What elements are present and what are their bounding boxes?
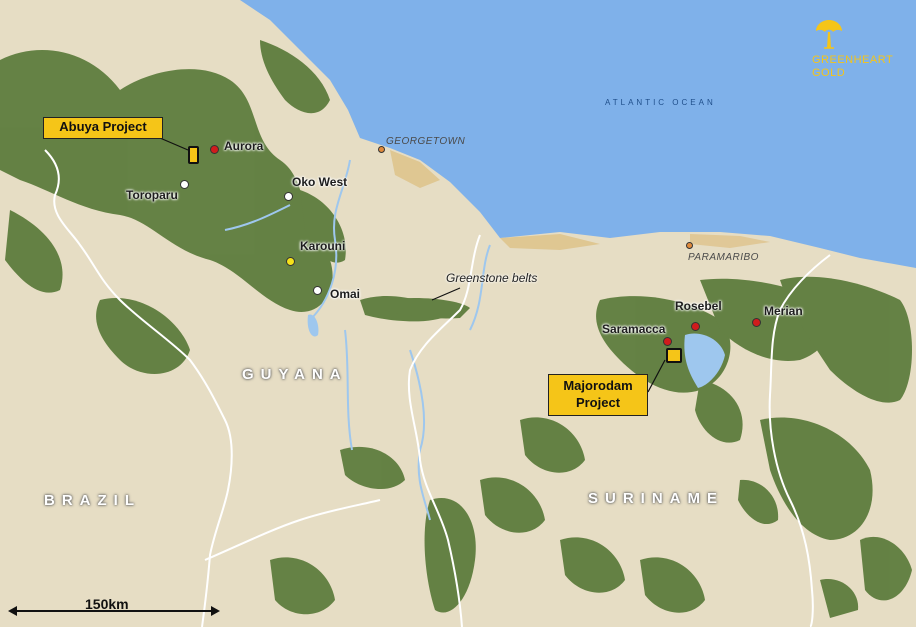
map-canvas[interactable]: GREENHEART GOLD ATLANTIC OCEAN GEORGETOW… [0, 0, 916, 627]
majorodam-project-marker[interactable] [666, 348, 682, 363]
majorodam-project-callout[interactable]: Majorodam Project [548, 374, 648, 416]
scale-bar-label: 150km [85, 596, 129, 612]
abuya-project-marker[interactable] [188, 146, 199, 164]
majorodam-line2: Project [575, 395, 621, 410]
greenstone-belts-label: Greenstone belts [446, 271, 538, 285]
majorodam-line1: Majorodam [563, 378, 633, 393]
callout-leaders [159, 137, 666, 393]
abuya-project-callout[interactable]: Abuya Project [43, 117, 163, 139]
